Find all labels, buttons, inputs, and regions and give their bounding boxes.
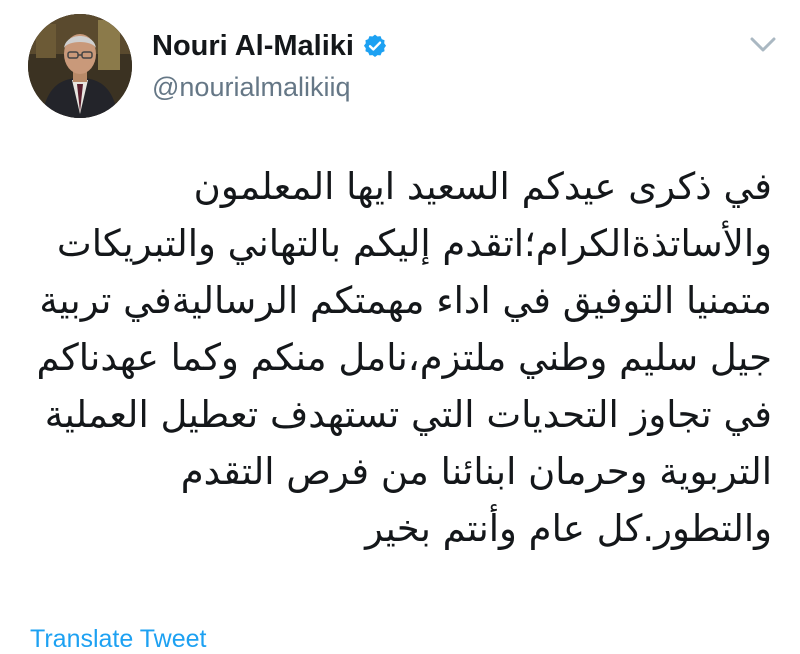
author-names: Nouri Al-Maliki @nourialmalikiiq bbox=[152, 28, 388, 103]
chevron-down-icon[interactable] bbox=[748, 34, 778, 56]
tweet-text-line: في ذكرى عيدكم السعيد ايها المعلمون bbox=[193, 165, 772, 208]
tweet-text-line: والأساتذةالكرام؛اتقدم إليكم بالتهاني وال… bbox=[56, 222, 772, 265]
tweet-text-line: متمنيا التوفيق في اداء مهمتكم الرساليةفي… bbox=[39, 279, 772, 322]
tweet-text-line: في تجاوز التحديات التي تستهدف تعطيل العم… bbox=[44, 393, 772, 436]
tweet-text-line: جيل سليم وطني ملتزم،نامل منكم وكما عهدنا… bbox=[36, 336, 772, 379]
display-name-row: Nouri Al-Maliki bbox=[152, 28, 388, 64]
tweet-text-line: التربوية وحرمان ابنائنا من فرص التقدم bbox=[180, 450, 772, 493]
display-name[interactable]: Nouri Al-Maliki bbox=[152, 30, 354, 63]
avatar[interactable] bbox=[28, 14, 132, 118]
verified-badge-icon bbox=[362, 33, 388, 59]
tweet-text-line: والتطور.كل عام وأنتم بخير bbox=[365, 507, 772, 550]
tweet-text: في ذكرى عيدكم السعيد ايها المعلمون والأس… bbox=[28, 158, 772, 557]
author-handle[interactable]: @nourialmalikiiq bbox=[152, 72, 388, 103]
tweet-header: Nouri Al-Maliki @nourialmalikiiq bbox=[28, 14, 778, 118]
translate-tweet-link[interactable]: Translate Tweet bbox=[30, 625, 206, 654]
tweet-card: Nouri Al-Maliki @nourialmalikiiq في ذكرى… bbox=[0, 0, 800, 653]
